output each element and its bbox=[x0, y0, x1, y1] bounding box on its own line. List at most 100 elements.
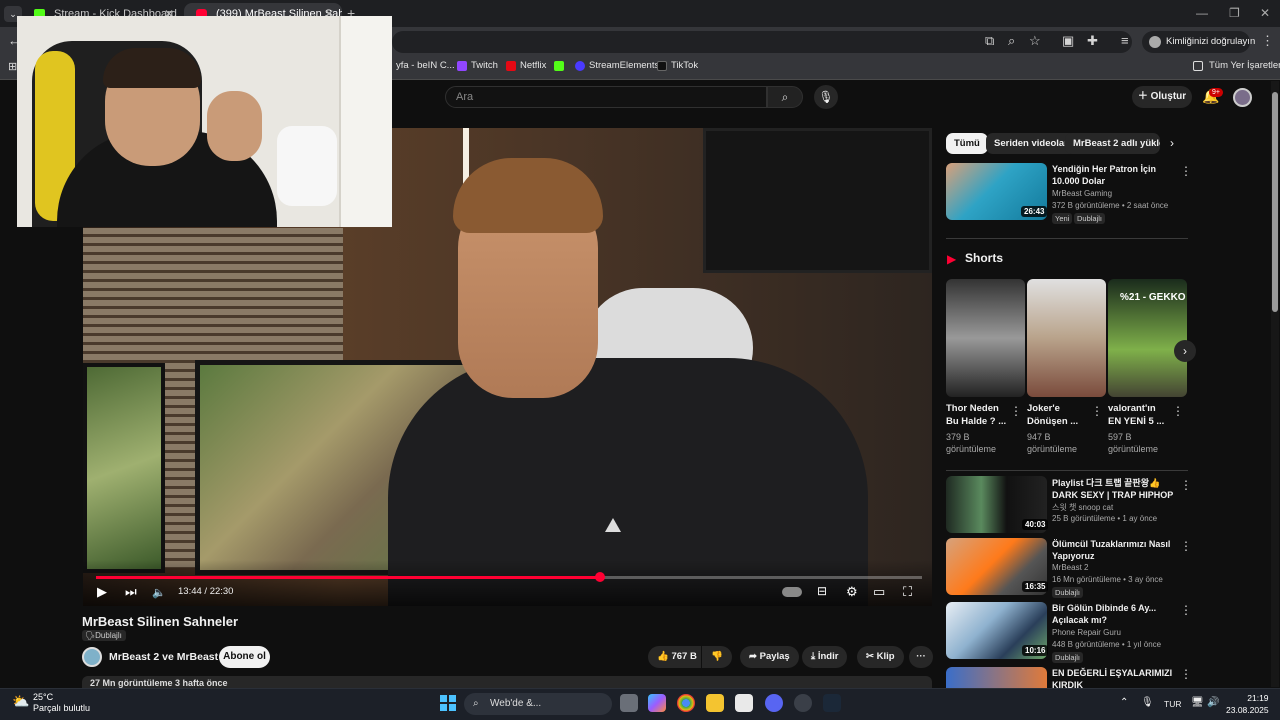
short-title[interactable]: valorant'ın EN YENİ 5 ... bbox=[1108, 402, 1170, 428]
system-clock[interactable]: 21:19 23.08.2025 bbox=[1226, 692, 1269, 716]
dubbed-badge: 🗣Dublajlı bbox=[82, 630, 126, 641]
more-options-icon[interactable]: ⋮ bbox=[1172, 404, 1184, 418]
more-options-icon[interactable]: ⋮ bbox=[1180, 478, 1192, 492]
more-options-icon[interactable]: ⋮ bbox=[1091, 404, 1103, 418]
divider bbox=[946, 470, 1188, 471]
cast-icon[interactable]: ⧉ bbox=[985, 33, 994, 49]
more-options-icon[interactable]: ⋮ bbox=[1180, 539, 1192, 553]
like-count: 767 B bbox=[671, 651, 697, 662]
download-button[interactable]: ⤓ İndir bbox=[802, 646, 848, 668]
bookmark-star-icon[interactable]: ☆ bbox=[1029, 33, 1041, 49]
volume-icon[interactable]: 🔈 bbox=[152, 586, 166, 599]
minimize-button[interactable]: — bbox=[1196, 6, 1208, 20]
create-button[interactable]: ＋ Oluştur bbox=[1132, 86, 1192, 108]
short-thumbnail[interactable] bbox=[1027, 279, 1106, 397]
windows-start-icon[interactable] bbox=[440, 695, 456, 711]
theater-mode-icon[interactable]: ▭ bbox=[873, 584, 885, 600]
autoplay-toggle[interactable] bbox=[782, 587, 802, 597]
discord-icon[interactable] bbox=[765, 694, 783, 712]
recommended-channel[interactable]: 스윗 챗 snoop cat bbox=[1052, 502, 1113, 513]
search-icon: ⌕ bbox=[473, 698, 479, 709]
chrome-icon[interactable] bbox=[677, 694, 695, 712]
recommended-video-title[interactable]: Ölümcül Tuzaklarımızı Nasıl Yapıyoruz bbox=[1052, 538, 1180, 562]
copilot-icon[interactable] bbox=[648, 694, 666, 712]
chip-series[interactable]: Seriden videolar bbox=[986, 133, 1076, 154]
play-icon[interactable]: ▶ bbox=[97, 584, 107, 600]
shorts-next-button[interactable]: › bbox=[1174, 340, 1196, 362]
chip-channel-uploads[interactable]: MrBeast 2 adlı yükle bbox=[1065, 133, 1160, 154]
channel-avatar[interactable] bbox=[82, 647, 102, 667]
store-icon[interactable] bbox=[735, 694, 753, 712]
recommended-video-title[interactable]: Playlist 다크 트랩 끝판왕👍 DARK SEXY | TRAP HIP… bbox=[1052, 477, 1180, 501]
chevron-right-icon[interactable]: › bbox=[1170, 136, 1174, 150]
more-options-icon[interactable]: ⋮ bbox=[1010, 404, 1022, 418]
video-thumbnail[interactable] bbox=[946, 667, 1047, 688]
more-options-icon[interactable]: ⋮ bbox=[1180, 603, 1192, 617]
voice-search-button[interactable]: 🎙 bbox=[814, 85, 838, 109]
more-actions-button[interactable]: ··· bbox=[909, 646, 933, 668]
windows-taskbar bbox=[0, 688, 1280, 720]
close-window-button[interactable]: ✕ bbox=[1260, 6, 1270, 20]
chip-all[interactable]: Tümü bbox=[946, 133, 988, 154]
file-explorer-icon[interactable] bbox=[706, 694, 724, 712]
duration-badge: 10:16 bbox=[1022, 645, 1049, 656]
recommended-channel[interactable]: Phone Repair Guru bbox=[1052, 628, 1121, 637]
fullscreen-icon[interactable]: ⛶ bbox=[903, 584, 912, 600]
search-input[interactable]: Ara bbox=[445, 86, 767, 108]
tray-chevron-icon[interactable]: ⌃ bbox=[1120, 697, 1128, 708]
recommended-channel[interactable]: MrBeast Gaming bbox=[1052, 189, 1112, 198]
recommended-video-title[interactable]: EN DEĞERLİ EŞYALARIMIZI KIRDIK bbox=[1052, 667, 1180, 688]
recommended-channel[interactable]: MrBeast 2 bbox=[1052, 563, 1088, 572]
bookmark-tiktok[interactable]: TikTok bbox=[657, 60, 698, 71]
more-options-icon[interactable]: ⋮ bbox=[1180, 164, 1192, 178]
verify-identity-button[interactable]: Kimliğinizi doğrulayın bbox=[1142, 31, 1255, 53]
subtitles-icon[interactable]: ⊟ bbox=[817, 584, 827, 598]
channel-name[interactable]: MrBeast 2 ve MrBeast bbox=[109, 651, 218, 663]
extensions-puzzle-icon[interactable]: ✚ bbox=[1087, 33, 1098, 49]
settings-gear-icon[interactable]: ⚙ bbox=[846, 584, 858, 600]
microphone-icon: 🎙 bbox=[818, 90, 834, 104]
language-indicator[interactable]: TUR bbox=[1164, 699, 1181, 709]
bookmark-label: yfa - beIN C... bbox=[396, 60, 455, 71]
account-avatar[interactable] bbox=[1233, 88, 1252, 107]
media-queue-icon[interactable]: ≡ bbox=[1121, 33, 1129, 48]
short-thumbnail[interactable] bbox=[946, 279, 1025, 397]
dubbed-badge: Dublajlı bbox=[1052, 652, 1084, 663]
browser-menu-icon[interactable]: ⋮ bbox=[1261, 33, 1274, 49]
task-view-icon[interactable] bbox=[620, 694, 638, 712]
apps-grid-icon[interactable]: ⊞ bbox=[8, 60, 17, 73]
zoom-icon[interactable]: ⌕ bbox=[1008, 33, 1015, 49]
search-button[interactable]: ⌕ bbox=[767, 86, 803, 108]
recommended-video-title[interactable]: Bir Gölün Dibinde 6 Ay... Açılacak mı? bbox=[1052, 602, 1180, 626]
short-title[interactable]: Joker'e Dönüşen ... bbox=[1027, 402, 1089, 428]
url-bar[interactable] bbox=[392, 31, 1132, 53]
all-bookmarks-button[interactable]: Tüm Yer İşaretleri bbox=[1193, 60, 1280, 71]
like-button[interactable]: 👍 767 B bbox=[648, 646, 701, 668]
taskbar-search[interactable]: ⌕ Web'de &... bbox=[464, 693, 612, 715]
extension-icon[interactable]: ▣ bbox=[1062, 33, 1074, 49]
bookmark-streamelements[interactable]: StreamElements bbox=[575, 60, 659, 71]
next-video-icon[interactable]: ⏭ bbox=[125, 584, 137, 600]
maximize-button[interactable]: ❐ bbox=[1229, 6, 1240, 20]
clip-button[interactable]: ✂ Klip bbox=[857, 646, 904, 668]
network-icon[interactable]: 🖥 bbox=[1191, 697, 1204, 708]
progress-scrubber-handle[interactable] bbox=[594, 572, 605, 582]
speaker-icon[interactable]: 🔊 bbox=[1207, 697, 1219, 708]
scrollbar-thumb[interactable] bbox=[1272, 92, 1278, 312]
weather-widget[interactable]: 25°C Parçalı bulutlu bbox=[33, 692, 90, 714]
more-options-icon[interactable]: ⋮ bbox=[1180, 667, 1192, 681]
recommended-video-title[interactable]: Yendiğin Her Patron İçin 10.000 Dolar bbox=[1052, 163, 1180, 187]
short-title[interactable]: Thor Neden Bu Halde ? ... bbox=[946, 402, 1008, 428]
microphone-tray-icon[interactable]: 🎙 bbox=[1141, 697, 1154, 708]
bookmark-twitch[interactable]: Twitch bbox=[457, 60, 498, 71]
obs-icon[interactable] bbox=[794, 694, 812, 712]
start-tile bbox=[449, 704, 456, 711]
subscribe-button[interactable]: Abone ol bbox=[219, 646, 270, 668]
bookmark-bein[interactable]: yfa - beIN C... bbox=[382, 60, 455, 71]
dislike-button[interactable]: 👎 bbox=[702, 646, 732, 668]
clock-date: 23.08.2025 bbox=[1226, 705, 1269, 715]
steam-icon[interactable] bbox=[823, 694, 841, 712]
bookmark-netflix[interactable]: Netflix bbox=[506, 60, 546, 71]
share-button[interactable]: ➦ Paylaş bbox=[740, 646, 799, 668]
download-label: İndir bbox=[817, 651, 839, 662]
